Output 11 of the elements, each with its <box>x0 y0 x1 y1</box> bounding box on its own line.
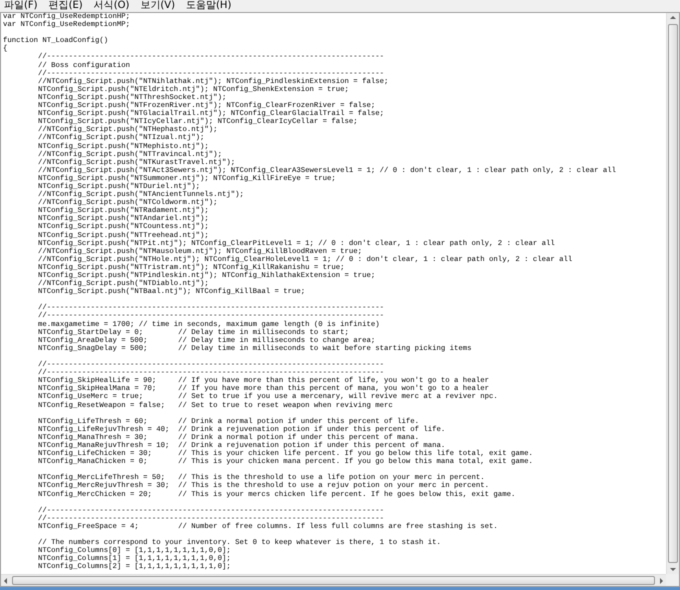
scroll-thumb[interactable] <box>12 576 655 585</box>
vertical-scrollbar[interactable] <box>666 13 679 574</box>
text-area[interactable] <box>0 12 680 587</box>
scroll-thumb[interactable] <box>668 24 678 563</box>
menu-item[interactable]: 보기(V) <box>140 0 176 12</box>
menu-item[interactable]: 도움말(H) <box>186 0 232 12</box>
menu-item[interactable]: 서식(O) <box>94 0 130 12</box>
menu-item[interactable]: 파일(F) <box>4 0 38 12</box>
menu-item[interactable]: 편집(E) <box>48 0 83 12</box>
scrollbar-corner <box>666 574 679 586</box>
horizontal-scrollbar[interactable] <box>1 574 666 586</box>
